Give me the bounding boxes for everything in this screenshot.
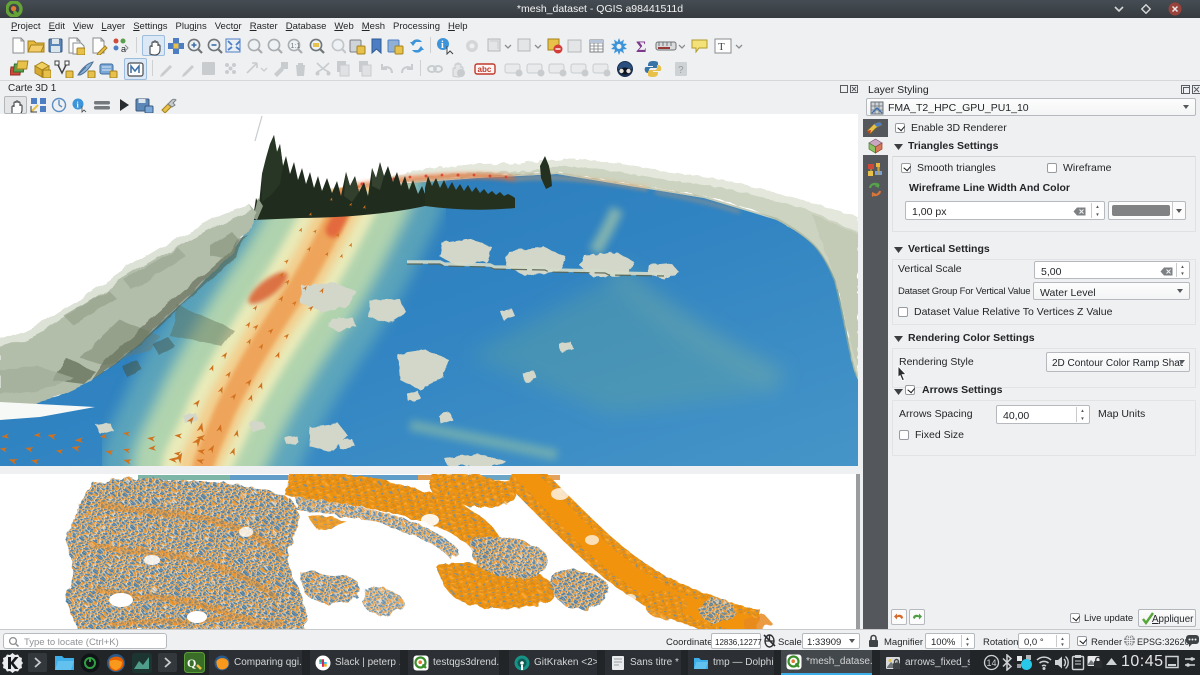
svg-text:Σ: Σ [636, 39, 646, 55]
svg-text:Q: Q [187, 656, 196, 670]
svg-text:T: T [718, 41, 725, 53]
svg-text:?: ? [678, 65, 684, 76]
svg-text:i: i [441, 40, 444, 51]
svg-text:1:1: 1:1 [291, 43, 301, 50]
svg-text:abc: abc [478, 65, 492, 74]
svg-text:14: 14 [987, 658, 997, 668]
